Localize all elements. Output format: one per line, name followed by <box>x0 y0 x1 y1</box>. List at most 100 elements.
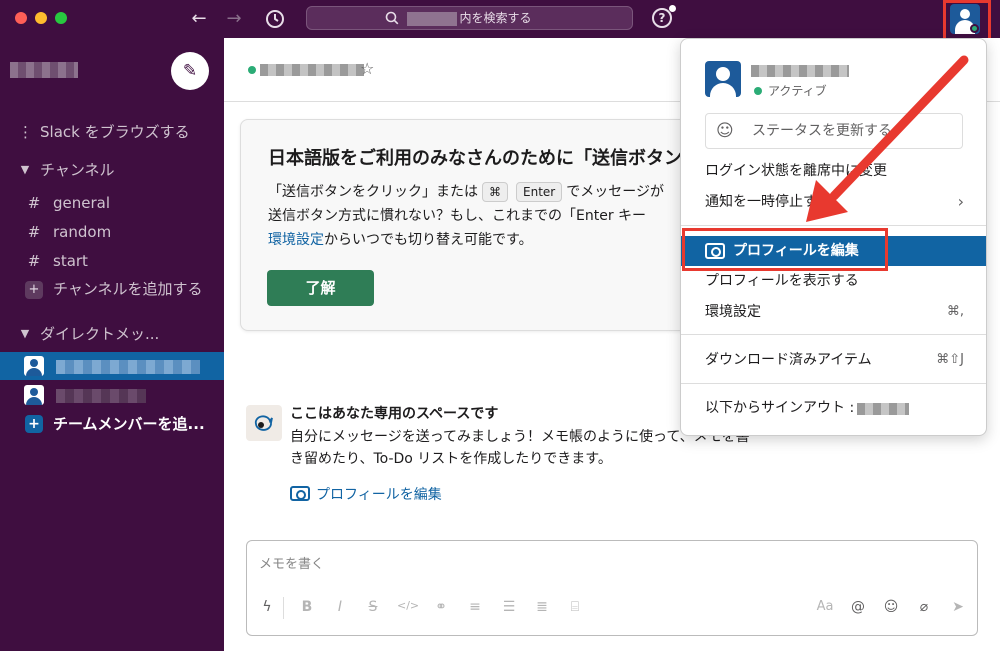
banner-line1-before: 「送信ボタンをクリック」または <box>268 184 478 200</box>
add-teammates-button[interactable]: + チームメンバーを追... <box>0 410 224 438</box>
star-icon[interactable]: ☆ <box>360 59 374 78</box>
more-vertical-icon: ⋮ <box>18 123 33 141</box>
sidebar-item-label: Slack をブラウズする <box>40 123 190 141</box>
workspace-name-blurred <box>857 403 909 415</box>
self-space-icon <box>246 405 282 441</box>
hash-icon: # <box>27 252 41 270</box>
sidebar-item-channel[interactable]: # general <box>0 189 224 217</box>
cmd-key: ⌘ <box>482 182 508 202</box>
italic-icon[interactable]: I <box>330 599 350 615</box>
search-placeholder: 内を検索する <box>459 11 532 25</box>
presence-dot <box>248 66 256 74</box>
sidebar-item-channel[interactable]: # random <box>0 218 224 246</box>
title-bar: ← → 内を検索する ? <box>0 0 1000 38</box>
sidebar-item-channel[interactable]: # start <box>0 247 224 275</box>
menu-item-label: ダウンロード済みアイテム <box>705 352 872 368</box>
menu-item-preferences[interactable]: 環境設定 ⌘, <box>681 297 986 327</box>
banner-title: 日本語版をご利用のみなさんのために「送信ボタン <box>268 148 682 169</box>
shortcut-label: ⌘, <box>946 304 964 319</box>
ok-button[interactable]: 了解 <box>267 270 374 306</box>
link-icon[interactable]: ⚭ <box>431 599 451 615</box>
chevron-right-icon: › <box>957 192 964 211</box>
status-active-label: アクティブ <box>768 84 827 98</box>
dm-name-blurred <box>56 389 146 403</box>
search-bar[interactable]: 内を検索する <box>306 6 633 30</box>
shortcut-label: ⌘⇧J <box>936 352 964 367</box>
hash-icon: # <box>27 223 41 241</box>
menu-item-pause-notifications[interactable]: 通知を一時停止する › <box>681 187 986 217</box>
toolbar-divider <box>283 597 284 619</box>
workspace-name-blurred[interactable] <box>10 62 78 78</box>
edit-profile-link-label: プロフィールを編集 <box>316 487 442 503</box>
banner-line3-after: からいつでも切り替え可能です。 <box>324 232 533 248</box>
menu-divider <box>681 334 986 335</box>
menu-divider <box>681 225 986 226</box>
menu-divider <box>681 383 986 384</box>
sidebar-section-dms[interactable]: ▼ ダイレクトメッ... <box>0 320 224 348</box>
enter-key: Enter <box>516 182 563 202</box>
edit-profile-link[interactable]: プロフィールを編集 <box>290 484 442 504</box>
code-block-icon[interactable]: ⌸ <box>565 599 585 615</box>
caret-down-icon: ▼ <box>20 327 30 340</box>
mention-icon[interactable]: @ <box>848 599 868 615</box>
workspace-name-blurred <box>407 11 458 26</box>
menu-item-label: 環境設定 <box>705 304 761 320</box>
smiley-icon: ☺ <box>716 121 734 141</box>
banner-body: 「送信ボタンをクリック」または ⌘ Enter でメッセージが 送信ボタン方式に慣れな… <box>268 180 664 252</box>
avatar <box>705 61 741 97</box>
zoom-window-button[interactable] <box>55 12 67 24</box>
hash-icon: # <box>27 194 41 212</box>
help-notification-dot <box>669 5 676 12</box>
annotation-highlight-edit-profile <box>682 228 888 271</box>
strikethrough-icon[interactable]: S <box>363 599 383 615</box>
composer-placeholder: メモを書く <box>259 557 325 572</box>
code-icon[interactable]: </> <box>397 599 419 612</box>
compose-icon[interactable]: ✎ <box>171 52 209 90</box>
presence-dot <box>754 87 762 95</box>
channel-name-blurred[interactable] <box>260 64 364 76</box>
sidebar-item-dm-self[interactable] <box>0 352 224 380</box>
text-format-icon[interactable]: Aa <box>815 599 835 614</box>
minimize-window-button[interactable] <box>35 12 47 24</box>
sidebar-section-channels[interactable]: ▼ チャンネル <box>0 156 224 184</box>
help-icon[interactable]: ? <box>652 8 672 28</box>
message-composer[interactable]: メモを書く ϟ B I S </> ⚭ ≡ ☰ ≣ ⌸ Aa @ ☺ ⌀ ➤ <box>246 540 978 636</box>
user-name-blurred <box>751 65 849 77</box>
bold-icon[interactable]: B <box>297 599 317 615</box>
caret-down-icon: ▼ <box>20 163 30 176</box>
back-arrow-icon[interactable]: ← <box>187 7 211 31</box>
bulleted-list-icon[interactable]: ☰ <box>499 599 519 615</box>
avatar <box>24 385 44 405</box>
avatar <box>24 356 44 376</box>
shortcuts-lightning-icon[interactable]: ϟ <box>257 599 277 615</box>
menu-item-label: 以下からサインアウト : <box>705 400 855 416</box>
add-channel-button[interactable]: + チャンネルを追加する <box>0 275 224 303</box>
status-input[interactable]: ☺ ステータスを更新する <box>705 113 963 149</box>
send-icon[interactable]: ➤ <box>948 599 968 615</box>
emoji-icon[interactable]: ☺ <box>881 599 901 615</box>
menu-item-label: ログイン状態を離席中に変更 <box>705 163 887 179</box>
forward-arrow-icon[interactable]: → <box>222 7 246 31</box>
ordered-list-icon[interactable]: ≡ <box>465 599 485 615</box>
blockquote-icon[interactable]: ≣ <box>532 599 552 615</box>
menu-item-label: 通知を一時停止する <box>705 194 831 210</box>
history-clock-icon[interactable] <box>263 7 287 31</box>
menu-item-sign-out[interactable]: 以下からサインアウト : <box>681 393 986 423</box>
self-space-title: ここはあなた専用のスペースです <box>290 406 499 422</box>
menu-item-set-away[interactable]: ログイン状態を離席中に変更 <box>681 156 986 186</box>
channel-name: start <box>53 252 88 270</box>
close-window-button[interactable] <box>15 12 27 24</box>
banner-line1-after: でメッセージが <box>566 184 664 200</box>
add-teammates-label: チームメンバーを追... <box>53 415 205 433</box>
section-label: ダイレクトメッ... <box>40 325 160 343</box>
channel-name: general <box>53 194 111 212</box>
sidebar-item-browse[interactable]: ⋮ Slack をブラウズする <box>0 118 224 146</box>
add-channel-label: チャンネルを追加する <box>53 280 203 298</box>
sidebar-item-dm[interactable] <box>0 381 224 409</box>
plus-icon: + <box>25 415 43 433</box>
preferences-link[interactable]: 環境設定 <box>268 232 324 248</box>
status-placeholder: ステータスを更新する <box>752 123 892 139</box>
menu-item-downloads[interactable]: ダウンロード済みアイテム ⌘⇧J <box>681 345 986 375</box>
camera-icon <box>290 486 310 501</box>
attachment-icon[interactable]: ⌀ <box>914 599 934 615</box>
